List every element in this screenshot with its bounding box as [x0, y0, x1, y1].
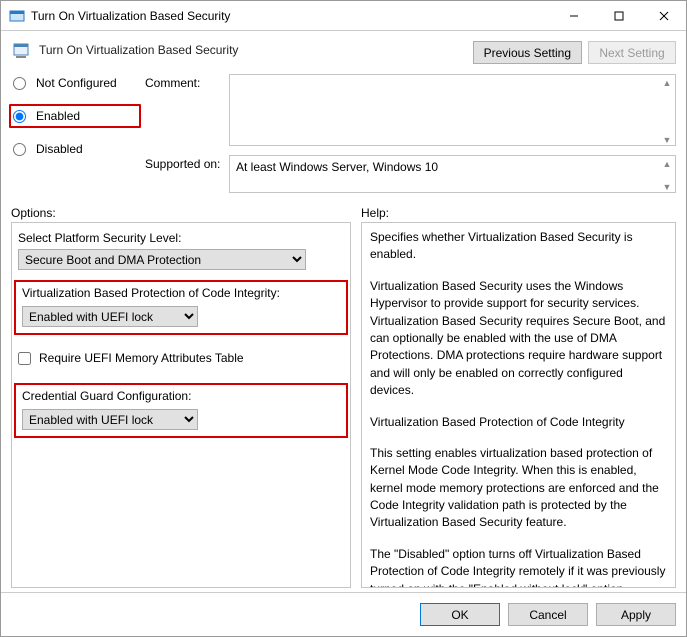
help-text: This setting enables virtualization base… [370, 445, 667, 532]
radio-disabled[interactable]: Disabled [11, 140, 141, 158]
radio-label: Enabled [36, 109, 80, 123]
previous-setting-button[interactable]: Previous Setting [473, 41, 582, 64]
comment-label: Comment: [145, 74, 225, 90]
titlebar: Turn On Virtualization Based Security [1, 1, 686, 31]
help-label: Help: [361, 204, 676, 220]
supported-on-text: At least Windows Server, Windows 10 [229, 155, 676, 193]
checkbox-label: Require UEFI Memory Attributes Table [39, 351, 244, 365]
app-icon [9, 8, 25, 24]
highlight-vbpci: Virtualization Based Protection of Code … [14, 280, 348, 335]
dialog-window: Turn On Virtualization Based Security Tu… [0, 0, 687, 637]
dialog-footer: OK Cancel Apply [1, 592, 686, 636]
radio-not-configured[interactable]: Not Configured [11, 74, 141, 92]
supported-label: Supported on: [145, 155, 225, 171]
ok-button[interactable]: OK [420, 603, 500, 626]
maximize-button[interactable] [596, 1, 641, 30]
help-text: Virtualization Based Security uses the W… [370, 278, 667, 400]
help-text: The "Disabled" option turns off Virtuali… [370, 546, 667, 588]
help-panel[interactable]: Specifies whether Virtualization Based S… [361, 222, 676, 588]
radio-label: Disabled [36, 142, 83, 156]
vbpci-combo[interactable]: Enabled with UEFI lock [22, 306, 198, 327]
help-text: Virtualization Based Protection of Code … [370, 414, 667, 431]
highlight-enabled: Enabled [9, 104, 141, 128]
cancel-button[interactable]: Cancel [508, 603, 588, 626]
policy-icon [11, 41, 31, 61]
highlight-credguard: Credential Guard Configuration: Enabled … [14, 383, 348, 438]
state-grid: Not Configured Enabled Disabled Comment:… [11, 74, 676, 196]
window-title: Turn On Virtualization Based Security [31, 9, 551, 23]
policy-name: Turn On Virtualization Based Security [39, 41, 473, 57]
credguard-label: Credential Guard Configuration: [22, 389, 340, 403]
options-panel: Select Platform Security Level: Secure B… [11, 222, 351, 588]
close-button[interactable] [641, 1, 686, 30]
credguard-combo[interactable]: Enabled with UEFI lock [22, 409, 198, 430]
radio-label: Not Configured [36, 76, 117, 90]
uefi-attributes-checkbox[interactable]: Require UEFI Memory Attributes Table [18, 351, 344, 365]
vbpci-label: Virtualization Based Protection of Code … [22, 286, 340, 300]
policy-header: Turn On Virtualization Based Security Pr… [11, 41, 676, 64]
platform-security-label: Select Platform Security Level: [18, 231, 344, 245]
options-label: Options: [11, 204, 351, 220]
minimize-button[interactable] [551, 1, 596, 30]
comment-textarea[interactable] [229, 74, 676, 146]
help-text: Specifies whether Virtualization Based S… [370, 229, 667, 264]
radio-enabled[interactable]: Enabled [11, 107, 80, 125]
platform-security-combo[interactable]: Secure Boot and DMA Protection [18, 249, 306, 270]
next-setting-button[interactable]: Next Setting [588, 41, 676, 64]
apply-button[interactable]: Apply [596, 603, 676, 626]
